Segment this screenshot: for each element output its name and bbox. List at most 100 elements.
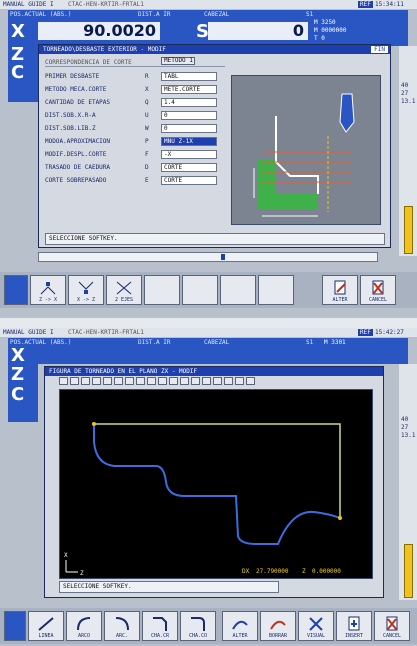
softkey-cancel[interactable]: CANCEL xyxy=(360,275,396,305)
axis-x-label: X xyxy=(64,552,68,559)
clock: 15:42:27 xyxy=(375,329,404,336)
coords-prefix: DX xyxy=(242,568,250,575)
toolbar-button[interactable] xyxy=(125,377,134,385)
softkey-label: ARC. xyxy=(115,633,129,639)
turn-z-x-icon xyxy=(40,282,56,295)
softkey-visual[interactable]: VISUAL xyxy=(298,611,334,641)
param-row: CORTE SOBREPASADO E CORTE xyxy=(45,176,225,186)
softkey-alter[interactable]: ALTER xyxy=(222,611,258,641)
contour-canvas[interactable]: X Z DX 27.790000 Z 0.000000 xyxy=(59,389,373,579)
softkey-delete[interactable]: BORRAR xyxy=(260,611,296,641)
part-profile xyxy=(93,424,341,545)
cancel-icon xyxy=(372,280,384,295)
screenshot-separator xyxy=(0,318,417,328)
toolbar-button[interactable] xyxy=(202,377,211,385)
c-axis-label: C xyxy=(11,384,25,405)
softkey-turn-z-x[interactable]: Z -> X xyxy=(30,275,66,305)
toolbar-button[interactable] xyxy=(136,377,145,385)
delete-icon xyxy=(270,620,286,630)
softkey-label: BORRAR xyxy=(268,633,288,639)
softkey-empty-2[interactable] xyxy=(182,275,218,305)
softkey-two-axes[interactable]: 2 EJES xyxy=(106,275,142,305)
dist-label: DIST.A IR xyxy=(138,339,171,346)
param-input[interactable]: TABL xyxy=(161,72,217,81)
two-axes-icon xyxy=(116,281,132,295)
c-axis-label: C xyxy=(11,62,25,83)
param-row: MODOA.APROXIMACION P MNU Z-1X xyxy=(45,137,225,147)
mode-label: MANUAL GUIDE I xyxy=(3,1,54,8)
coords-z-value: 0.000000 xyxy=(312,568,341,575)
x-position-value: 90.0020 xyxy=(38,22,160,40)
param-input[interactable]: 0 xyxy=(161,124,217,133)
softkey-cancel[interactable]: CANCEL xyxy=(374,611,410,641)
z-axis-label: Z xyxy=(11,364,25,385)
toolbar-button[interactable] xyxy=(114,377,123,385)
softkey-empty-3[interactable] xyxy=(220,275,256,305)
toolbar-button[interactable] xyxy=(169,377,178,385)
spindle-label: S1 xyxy=(306,11,314,18)
toolbar-button[interactable] xyxy=(103,377,112,385)
softkey-empty-1[interactable] xyxy=(144,275,180,305)
toolbar-button[interactable] xyxy=(158,377,167,385)
softkey-alter[interactable]: ALTER xyxy=(322,275,358,305)
softkey-label: ALTER xyxy=(332,297,348,303)
status-message: SELECCIONE SOFTKEY. xyxy=(45,233,385,245)
param-label: TRASADO DE CAEDURA xyxy=(45,164,111,171)
method-tab[interactable]: METODO 1 xyxy=(161,57,195,65)
softkey-turn-x-z[interactable]: X -> Z xyxy=(68,275,104,305)
param-input[interactable]: METE.CORTE xyxy=(161,85,217,94)
param-input[interactable]: CORTE xyxy=(161,176,217,185)
param-key: U xyxy=(145,112,149,119)
panel-turning-parameters: MANUAL GUIDE I CTAC-HEN-KRTIR-FRTAL1 REF… xyxy=(0,0,417,318)
param-row: DIST.SOB.X.R-A U 0 xyxy=(45,111,225,121)
param-input-selected[interactable]: MNU Z-1X xyxy=(161,137,217,146)
toolbar-button[interactable] xyxy=(213,377,222,385)
param-row: PRIMER DESBASTE R TABL xyxy=(45,72,225,82)
toolbar-button[interactable] xyxy=(81,377,90,385)
softkey-arc-cw[interactable]: ARCO xyxy=(66,611,102,641)
param-input[interactable]: CORTE xyxy=(161,163,217,172)
softkey-insert[interactable]: INSERT xyxy=(336,611,372,641)
arc-cw-icon xyxy=(77,617,91,631)
end-point xyxy=(338,516,342,520)
softkey-bar: Z -> X X -> Z 2 EJES ALTER CANCEL xyxy=(0,272,417,308)
param-label: METODO MECA.CORTE xyxy=(45,86,107,93)
load-meter xyxy=(404,206,413,254)
softkey-label: CANCEL xyxy=(368,297,388,303)
toolbar-button[interactable] xyxy=(70,377,79,385)
softkey-bar: LINEA ARCO ARC. CHA.CR CHA.CO ALTER BORR… xyxy=(0,608,417,644)
softkey-line[interactable]: LINEA xyxy=(28,611,64,641)
softkey-corner[interactable]: CHA.CO xyxy=(180,611,216,641)
param-input[interactable]: 1.4 xyxy=(161,98,217,107)
arc-ccw-icon xyxy=(115,617,129,631)
softkey-return[interactable] xyxy=(4,275,28,305)
mode-label: MANUAL GUIDE I xyxy=(3,329,54,336)
softkey-empty-4[interactable] xyxy=(258,275,294,305)
toolbar-button[interactable] xyxy=(246,377,255,385)
toolbar-button[interactable] xyxy=(147,377,156,385)
toolbar-button[interactable] xyxy=(191,377,200,385)
param-input[interactable]: -X xyxy=(161,150,217,159)
alter-curve-icon xyxy=(232,620,248,630)
softkey-chamfer[interactable]: CHA.CR xyxy=(142,611,178,641)
blank-outline xyxy=(94,423,341,518)
toolbar-button[interactable] xyxy=(224,377,233,385)
clock: 15:34:11 xyxy=(375,1,404,8)
status-message: SELECCIONE SOFTKEY. xyxy=(59,581,279,593)
param-label: MODIF.DESPL.CORTE xyxy=(45,151,107,158)
toolbar-button[interactable] xyxy=(59,377,68,385)
param-input[interactable]: 0 xyxy=(161,111,217,120)
side-value-1: 40 xyxy=(401,416,409,423)
side-value-3: 13.1 xyxy=(401,98,416,105)
position-header: POS.ACTUAL (ABS.) DIST.A IR CABEZAL S1 M… xyxy=(8,338,408,365)
param-row: TRASADO DE CAEDURA D CORTE xyxy=(45,163,225,173)
tool-insert-icon xyxy=(339,93,355,133)
softkey-arc-ccw[interactable]: ARC. xyxy=(104,611,140,641)
axis-z-label: Z xyxy=(80,570,84,577)
param-key: E xyxy=(145,177,149,184)
toolbar-button[interactable] xyxy=(180,377,189,385)
softkey-return[interactable] xyxy=(4,611,26,641)
toolbar-button[interactable] xyxy=(235,377,244,385)
toolbar-button[interactable] xyxy=(92,377,101,385)
softkey-label: VISUAL xyxy=(306,633,326,639)
